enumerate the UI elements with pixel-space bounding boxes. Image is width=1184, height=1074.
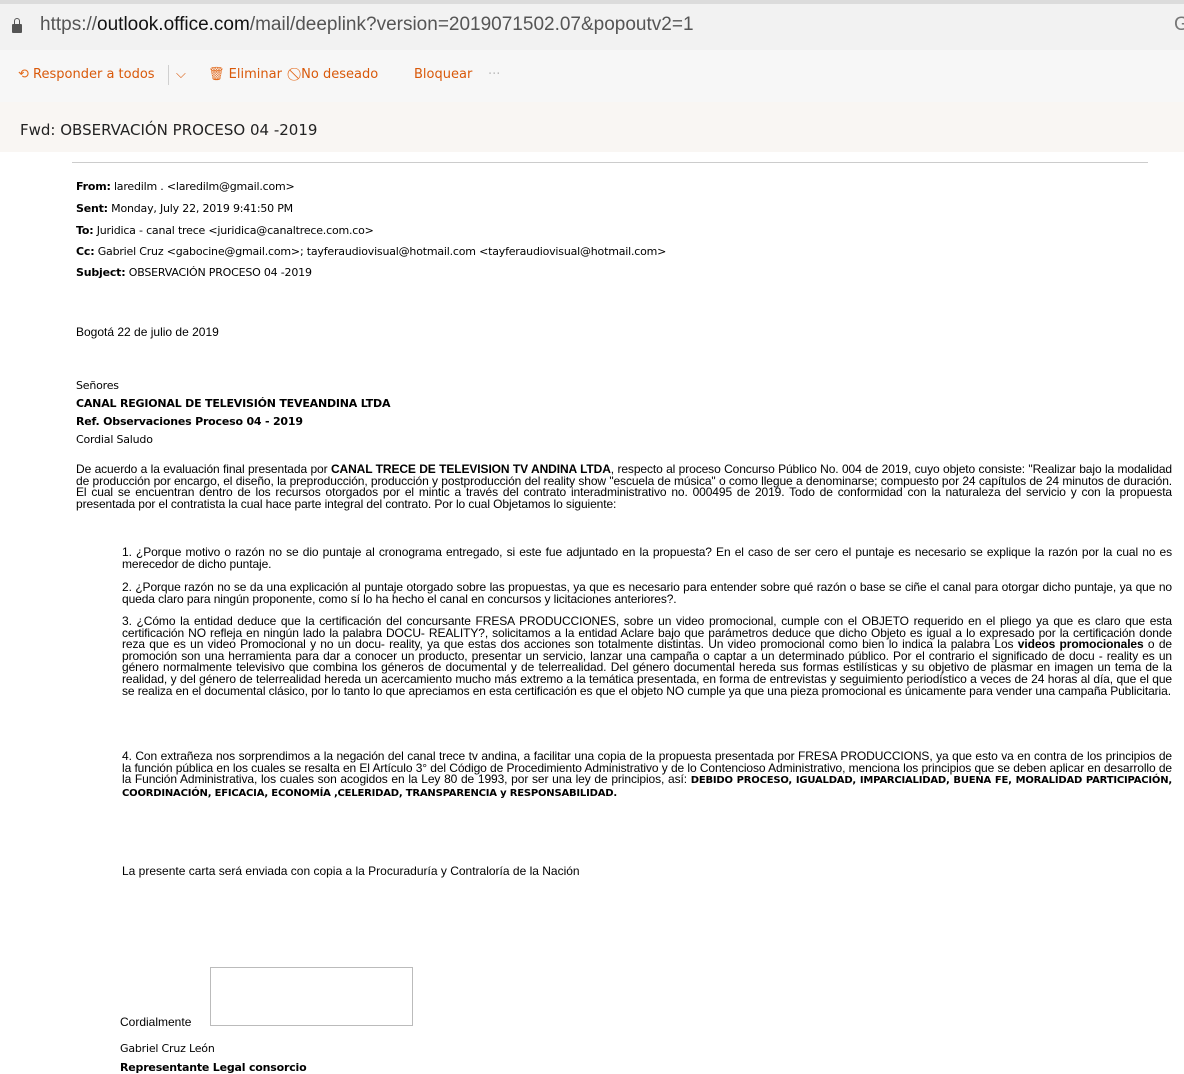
browser-address-bar[interactable]: https://outlook.office.com/mail/deeplink… <box>0 0 1184 50</box>
from-value: laredilm . <laredilm@gmail.com> <box>113 180 295 193</box>
header-divider <box>72 162 1148 163</box>
url-scheme: https:// <box>40 14 98 35</box>
copy-note: La presente carta será enviada con copia… <box>122 864 580 878</box>
url-path: /mail/deeplink?version=2019071502.07&pop… <box>249 14 694 35</box>
subject-label: Subject: <box>76 266 126 279</box>
intro-paragraph: De acuerdo a la evaluación final present… <box>76 463 1172 510</box>
delete-label: Eliminar <box>228 67 282 82</box>
list-item: 4. Con extrañeza nos sorprendimos a la n… <box>122 750 1172 799</box>
signature-image <box>210 967 413 1026</box>
from-line: From: laredilm . <laredilm@gmail.com> <box>76 180 295 193</box>
subject-bar: Fwd: OBSERVACIÓN PROCESO 04 -2019 <box>0 102 1184 152</box>
block-button[interactable]: Bloquear <box>414 67 472 82</box>
cc-value: Gabriel Cruz <gabocine@gmail.com>; tayfe… <box>97 245 667 258</box>
url-text[interactable]: https://outlook.office.com/mail/deeplink… <box>40 14 694 36</box>
delete-button[interactable]: 🗑 Eliminar <box>208 67 282 82</box>
chevron-down-icon[interactable]: ⌵ <box>176 67 186 82</box>
more-options-icon[interactable]: ··· <box>488 67 500 82</box>
lock-icon <box>12 18 22 33</box>
to-label: To: <box>76 224 94 237</box>
to-line: To: Juridica - canal trece <juridica@can… <box>76 224 374 237</box>
salutation-to: Señores <box>76 379 119 392</box>
browser-menu-icon[interactable]: G <box>1174 14 1184 36</box>
greeting: Cordial Saludo <box>76 433 153 446</box>
message-toolbar: ⟲ Responder a todos ⌵ 🗑 Eliminar ⃠ No de… <box>0 50 1184 103</box>
subject-value: OBSERVACIÓN PROCESO 04 -2019 <box>128 266 312 279</box>
sent-line: Sent: Monday, July 22, 2019 9:41:50 PM <box>76 202 293 215</box>
org-name-text: CANAL REGIONAL DE TELEVISIÓN TEVEANDINA … <box>76 397 391 410</box>
message-subject: Fwd: OBSERVACIÓN PROCESO 04 -2019 <box>20 121 318 139</box>
list-item: 2. ¿Porque razón no se da una explicació… <box>122 580 1172 606</box>
list-item: 3. ¿Cómo la entidad deduce que la certif… <box>122 614 1172 697</box>
to-value: Juridica - canal trece <juridica@canaltr… <box>96 224 374 237</box>
reply-all-button[interactable]: ⟲ Responder a todos <box>18 67 155 82</box>
url-host: outlook.office.com <box>97 14 250 35</box>
from-label: From: <box>76 180 111 193</box>
cc-label: Cc: <box>76 245 95 258</box>
signer-name: Gabriel Cruz León <box>120 1042 215 1055</box>
sent-label: Sent: <box>76 202 108 215</box>
reference: Ref. Observaciones Proceso 04 - 2019 <box>76 415 303 428</box>
reply-all-label: Responder a todos <box>33 67 155 82</box>
junk-label: No deseado <box>301 67 379 82</box>
toolbar-divider <box>168 65 169 85</box>
list-item: 1. ¿Porque motivo o razón no se dio punt… <box>122 545 1172 571</box>
subject-line: Subject: OBSERVACIÓN PROCESO 04 -2019 <box>76 266 312 279</box>
org-name: CANAL REGIONAL DE TELEVISIÓN TEVEANDINA … <box>76 397 390 410</box>
trash-icon: 🗑 <box>208 67 225 82</box>
junk-button[interactable]: ⃠ No deseado <box>297 67 378 82</box>
item3-text: 3. ¿Cómo la entidad deduce que la certif… <box>122 614 1172 652</box>
letter-date: Bogotá 22 de julio de 2019 <box>76 325 219 339</box>
closing: Cordialmente <box>120 1015 192 1029</box>
reply-all-icon: ⟲ <box>18 67 29 82</box>
sent-value: Monday, July 22, 2019 9:41:50 PM <box>111 202 293 215</box>
cc-line: Cc: Gabriel Cruz <gabocine@gmail.com>; t… <box>76 245 666 258</box>
reference-text: Ref. Observaciones Proceso 04 - 2019 <box>76 415 303 428</box>
